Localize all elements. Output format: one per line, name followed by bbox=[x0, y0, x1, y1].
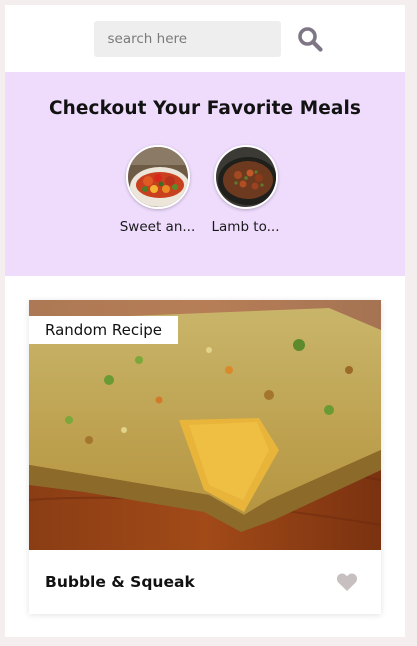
heart-icon bbox=[336, 573, 358, 591]
favorites-list: Sweet an... Lamb to... bbox=[5, 145, 405, 235]
lamb-tomato-dish-image bbox=[215, 147, 276, 207]
random-recipe-area: Random Recipe Bubble & Squeak bbox=[5, 276, 405, 614]
like-button[interactable] bbox=[335, 570, 359, 594]
favorite-meal-thumbnail[interactable] bbox=[213, 145, 278, 209]
meal-app: Checkout Your Favorite Meals bbox=[5, 5, 405, 637]
favorite-meal-item[interactable]: Sweet an... bbox=[120, 145, 195, 235]
search-button[interactable] bbox=[295, 24, 325, 54]
sweet-and-sour-dish-image bbox=[127, 147, 188, 207]
recipe-name: Bubble & Squeak bbox=[45, 573, 195, 591]
recipe-footer: Bubble & Squeak bbox=[29, 550, 381, 614]
recipe-image[interactable]: Random Recipe bbox=[29, 300, 381, 550]
favorites-title: Checkout Your Favorite Meals bbox=[48, 98, 362, 119]
random-recipe-tag: Random Recipe bbox=[29, 316, 179, 344]
search-header bbox=[5, 5, 405, 72]
favorite-meal-thumbnail[interactable] bbox=[125, 145, 190, 209]
search-input[interactable] bbox=[93, 20, 281, 57]
favorite-meal-label: Sweet an... bbox=[119, 219, 196, 235]
random-recipe-card[interactable]: Random Recipe Bubble & Squeak bbox=[29, 300, 381, 614]
favorite-meal-item[interactable]: Lamb to... bbox=[211, 145, 281, 235]
search-icon bbox=[297, 26, 323, 52]
favorite-meal-label: Lamb to... bbox=[211, 219, 280, 235]
favorite-meals-section: Checkout Your Favorite Meals Sweet an...… bbox=[5, 72, 405, 276]
